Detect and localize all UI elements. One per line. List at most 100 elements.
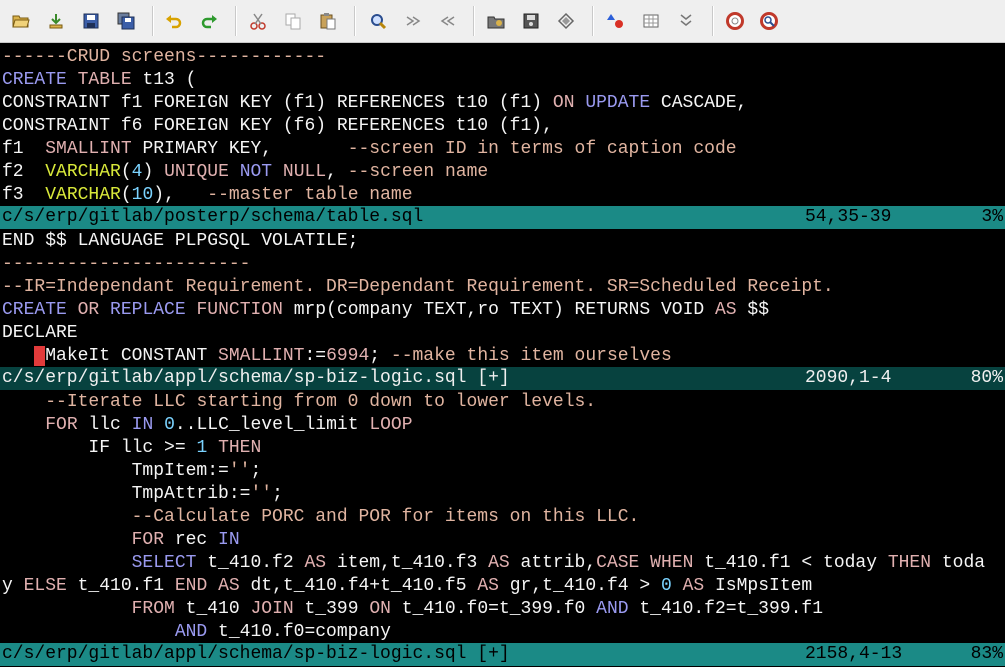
redo-icon[interactable] bbox=[197, 9, 221, 33]
code-token: FROM bbox=[131, 599, 175, 619]
code-token: IF llc >= bbox=[2, 438, 197, 458]
code-token: t_410.f1 bbox=[66, 576, 175, 596]
code-line: END $$ LANGUAGE PLPGSQL VOLATILE; bbox=[2, 230, 358, 253]
code-token: ( bbox=[120, 162, 132, 182]
code-token: := bbox=[304, 346, 327, 366]
load-session-icon[interactable] bbox=[44, 9, 68, 33]
code-token: f3 bbox=[2, 185, 46, 205]
code-token: dt,t_410.f4+t_410.f5 bbox=[239, 576, 478, 596]
status-percent: 83% bbox=[970, 644, 1003, 664]
code-token: VARCHAR bbox=[45, 185, 121, 205]
code-token: t_410.f0=company bbox=[207, 622, 391, 642]
code-token: ) bbox=[142, 162, 165, 182]
code-token: PRIMARY KEY, bbox=[131, 139, 348, 159]
code-token: toda bbox=[931, 553, 986, 573]
code-line: f3 VARCHAR(10), --master table name bbox=[2, 184, 413, 207]
run-script-icon[interactable] bbox=[554, 9, 578, 33]
save-project-icon[interactable] bbox=[519, 9, 543, 33]
code-token: attrib, bbox=[509, 553, 597, 573]
code-token: --screen name bbox=[347, 162, 489, 182]
code-line: y ELSE t_410.f1 END AS dt,t_410.f4+t_410… bbox=[2, 575, 812, 598]
code-line: CREATE OR REPLACE FUNCTION mrp(company T… bbox=[2, 299, 769, 322]
code-token: FOR bbox=[131, 530, 165, 550]
code-token: llc bbox=[77, 415, 132, 435]
status-line[interactable]: c/s/erp/gitlab/posterp/schema/table.sql 5… bbox=[0, 206, 1005, 229]
code-token: IN bbox=[218, 530, 240, 550]
code-token: SELECT bbox=[131, 553, 197, 573]
code-line: SELECT t_410.f2 AS item,t_410.f3 AS attr… bbox=[2, 552, 985, 575]
code-line: f2 VARCHAR(4) UNIQUE NOT NULL, --screen … bbox=[2, 161, 488, 184]
code-line: DECLARE bbox=[2, 322, 78, 345]
code-token: ; bbox=[369, 346, 391, 366]
code-token: ; bbox=[250, 461, 262, 481]
code-token: TmpItem:= bbox=[2, 461, 229, 481]
code-token: SMALLINT bbox=[45, 139, 132, 159]
code-token: t13 ( bbox=[131, 70, 197, 90]
code-token: rec bbox=[164, 530, 219, 550]
status-line[interactable]: c/s/erp/gitlab/appl/schema/sp-biz-logic.… bbox=[0, 367, 1005, 390]
code-token: ; bbox=[272, 484, 283, 504]
code-token: 1 bbox=[196, 438, 208, 458]
code-line: --IR=Independant Requirement. DR=Dependa… bbox=[2, 276, 834, 299]
find-replace-icon[interactable] bbox=[366, 9, 390, 33]
help-icon[interactable] bbox=[723, 9, 747, 33]
make-icon[interactable] bbox=[603, 9, 627, 33]
code-token: CONSTRAINT f6 FOREIGN KEY (f6) REFERENCE… bbox=[2, 116, 553, 136]
save-icon[interactable] bbox=[79, 9, 103, 33]
code-token: REPLACE bbox=[110, 300, 186, 320]
run-ctags-icon[interactable] bbox=[639, 9, 663, 33]
find-previous-icon[interactable] bbox=[436, 9, 460, 33]
code-token: 4 bbox=[131, 162, 143, 182]
code-token: WHEN bbox=[650, 553, 694, 573]
save-all-icon[interactable] bbox=[114, 9, 138, 33]
jump-to-tag-icon[interactable] bbox=[674, 9, 698, 33]
paste-icon[interactable] bbox=[316, 9, 340, 33]
undo-icon[interactable] bbox=[162, 9, 186, 33]
status-percent: 3% bbox=[981, 207, 1003, 227]
code-token: --IR=Independant Requirement. DR=Dependa… bbox=[2, 277, 834, 297]
code-token: 0 bbox=[164, 415, 175, 435]
code-line: f1 SMALLINT PRIMARY KEY, --screen ID in … bbox=[2, 138, 737, 161]
code-token: --Calculate PORC and POR for items on th… bbox=[131, 507, 640, 527]
load-project-icon[interactable] bbox=[484, 9, 508, 33]
code-token: FOR bbox=[45, 415, 78, 435]
find-help-icon[interactable] bbox=[757, 9, 781, 33]
code-line: ------CRUD screens------------ bbox=[2, 46, 326, 69]
find-next-icon[interactable] bbox=[401, 9, 425, 33]
status-percent: 80% bbox=[970, 368, 1003, 388]
copy-icon[interactable] bbox=[281, 9, 305, 33]
code-token: t_410.f0=t_399.f0 bbox=[390, 599, 597, 619]
cut-icon[interactable] bbox=[246, 9, 270, 33]
code-token: --master table name bbox=[207, 185, 413, 205]
code-token: ------CRUD screens------------ bbox=[2, 47, 327, 67]
code-token: CASE bbox=[596, 553, 640, 573]
editor-area[interactable]: ------CRUD screens------------ CREATE TAB… bbox=[0, 43, 1005, 667]
code-token: NULL bbox=[282, 162, 327, 182]
code-token: CREATE bbox=[2, 300, 67, 320]
code-token: AS bbox=[488, 553, 510, 573]
open-file-icon[interactable] bbox=[9, 9, 33, 33]
code-token: CREATE bbox=[2, 70, 67, 90]
status-line[interactable]: c/s/erp/gitlab/appl/schema/sp-biz-logic.… bbox=[0, 643, 1005, 666]
code-token: ..LLC_level_limit bbox=[174, 415, 370, 435]
code-token: '' bbox=[228, 461, 251, 481]
code-token: ON bbox=[552, 93, 575, 113]
code-token: '' bbox=[250, 484, 273, 504]
code-token: AS bbox=[304, 553, 327, 573]
code-token: AND bbox=[174, 622, 208, 642]
code-token: 0 bbox=[660, 576, 672, 596]
code-token: FUNCTION bbox=[196, 300, 283, 320]
text-cursor bbox=[34, 346, 46, 366]
code-token: y bbox=[2, 576, 24, 596]
code-token: ( bbox=[120, 185, 132, 205]
code-token: --Iterate LLC starting from 0 down to lo… bbox=[45, 392, 597, 412]
